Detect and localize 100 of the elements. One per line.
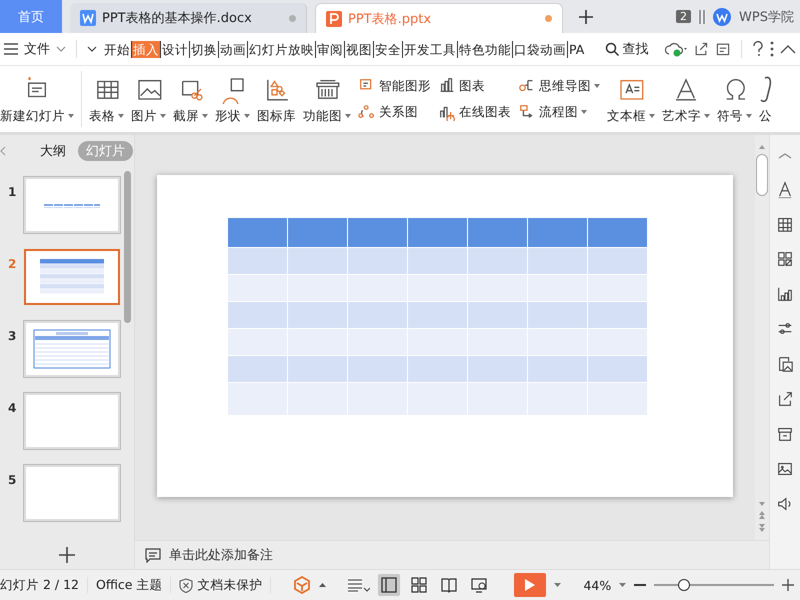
scrollbar-thumb[interactable] bbox=[756, 154, 768, 196]
account-name[interactable]: WPS学院 bbox=[739, 8, 794, 26]
formula-icon bbox=[760, 74, 772, 104]
relation-icon bbox=[358, 103, 376, 121]
ribbon-button[interactable]: 公 bbox=[759, 74, 772, 124]
ribbon-button[interactable]: 功能图 bbox=[303, 74, 351, 124]
share-icon[interactable] bbox=[693, 41, 709, 57]
slide-counter: 幻灯片 2 / 12 bbox=[0, 576, 79, 594]
window-list-icon[interactable] bbox=[699, 10, 706, 24]
caret-down-icon bbox=[746, 114, 752, 118]
image-icon[interactable] bbox=[776, 460, 794, 478]
slide-thumbnail[interactable] bbox=[24, 249, 120, 305]
ribbon-button[interactable]: 形状 bbox=[215, 74, 250, 124]
play-button[interactable] bbox=[514, 573, 546, 597]
theme-name[interactable]: Office 主题 bbox=[96, 576, 162, 594]
comment-box-icon[interactable] bbox=[715, 41, 731, 57]
caret-down-icon bbox=[594, 84, 600, 88]
slide-number: 1 bbox=[8, 184, 16, 199]
ribbon-button[interactable]: 图片 bbox=[131, 74, 166, 124]
file-menu[interactable]: 文件 bbox=[24, 40, 50, 58]
ribbon-tab[interactable]: 幻灯片放映 bbox=[247, 40, 315, 58]
caret-up-icon[interactable] bbox=[319, 583, 326, 587]
ribbon-button[interactable]: 新建幻灯片 bbox=[0, 74, 74, 124]
ribbon-button[interactable]: 表格 bbox=[89, 74, 124, 124]
slide-number: 4 bbox=[8, 400, 16, 415]
unsaved-dot bbox=[545, 15, 552, 22]
search-icon bbox=[605, 42, 620, 56]
scrollbar-thumb[interactable] bbox=[124, 171, 131, 323]
wps-logo-icon bbox=[713, 8, 732, 26]
ribbon-button[interactable]: 关系图 bbox=[358, 103, 431, 121]
chevron-down-icon[interactable] bbox=[87, 46, 97, 52]
ribbon-tab[interactable]: 动画 bbox=[218, 40, 247, 58]
caret-down-icon bbox=[160, 114, 166, 118]
ribbon-button[interactable]: 艺术字 bbox=[662, 74, 710, 124]
play-icon bbox=[524, 578, 536, 592]
ribbon-tab[interactable]: 视图 bbox=[344, 40, 373, 58]
shield-icon bbox=[179, 578, 194, 592]
cube-logo-icon[interactable] bbox=[293, 576, 312, 594]
ribbon-button[interactable]: 符号 bbox=[717, 74, 752, 124]
collapse-ribbon-icon[interactable] bbox=[780, 44, 796, 54]
view-tab[interactable]: 大纲 bbox=[32, 141, 74, 161]
ribbon-tab[interactable]: 特色功能 bbox=[457, 40, 512, 58]
zoom-level[interactable]: 44% bbox=[583, 578, 612, 592]
caret-down-icon bbox=[118, 114, 124, 118]
ribbon-button[interactable]: 图标库 bbox=[257, 74, 296, 124]
slide-number: 5 bbox=[8, 472, 16, 487]
ribbon-button[interactable]: 流程图 bbox=[518, 103, 600, 121]
ribbon-tab[interactable]: 审阅 bbox=[315, 40, 344, 58]
caret-down-icon bbox=[345, 114, 351, 118]
ribbon-button[interactable]: 图表 bbox=[438, 77, 511, 95]
cloud-sync-icon[interactable] bbox=[665, 41, 687, 57]
caret-down-icon bbox=[649, 114, 655, 118]
ribbon-tab[interactable]: PA bbox=[567, 40, 586, 58]
slide-number: 3 bbox=[8, 328, 16, 343]
ribbon-tab[interactable]: 设计 bbox=[160, 40, 189, 58]
presentation-file-icon bbox=[326, 10, 342, 26]
bar-chart-icon[interactable] bbox=[776, 285, 794, 303]
add-slide-icon[interactable] bbox=[59, 547, 75, 563]
caret-down-icon[interactable] bbox=[619, 583, 626, 587]
caret-down-icon bbox=[581, 110, 587, 114]
window-count-badge[interactable]: 2 bbox=[676, 10, 692, 23]
help-icon[interactable] bbox=[752, 41, 764, 57]
ribbon-button[interactable]: 文本框 bbox=[607, 74, 655, 124]
slider-thumb[interactable] bbox=[678, 579, 690, 591]
table-icon[interactable] bbox=[776, 215, 794, 233]
document-tab[interactable]: PPT表格的基本操作.docx bbox=[70, 3, 307, 33]
layout-icon[interactable] bbox=[776, 250, 794, 268]
ribbon-tab[interactable]: 口袋动画 bbox=[512, 40, 567, 58]
art-text-icon[interactable] bbox=[776, 180, 794, 198]
ribbon-tab[interactable]: 开发工具 bbox=[402, 40, 457, 58]
caret-down-icon bbox=[68, 114, 74, 118]
protection-status[interactable]: 文档未保护 bbox=[179, 576, 262, 594]
caret-down-icon bbox=[244, 114, 250, 118]
zoom-slider[interactable] bbox=[654, 579, 774, 591]
caret-down-icon[interactable] bbox=[554, 583, 562, 587]
menu-icon[interactable] bbox=[4, 43, 18, 55]
word-document-icon bbox=[80, 10, 96, 26]
ribbon-button[interactable]: 智能图形 bbox=[358, 77, 431, 95]
share-icon[interactable] bbox=[776, 390, 794, 408]
image-gallery-icon[interactable] bbox=[776, 355, 794, 373]
align-icon[interactable] bbox=[348, 578, 370, 592]
ribbon-button[interactable]: 截屏 bbox=[173, 74, 208, 124]
notes-field[interactable]: 单击此处添加备注 bbox=[135, 540, 769, 569]
ribbon-button[interactable]: 思维导图 bbox=[518, 77, 600, 95]
caret-down-icon bbox=[704, 114, 710, 118]
caret-down-icon bbox=[202, 114, 208, 118]
plus-icon bbox=[579, 10, 593, 24]
bar-chart-icon bbox=[438, 77, 456, 95]
ribbon-tab[interactable]: 开始 bbox=[103, 40, 131, 58]
comment-icon bbox=[145, 547, 161, 563]
unsaved-dot bbox=[289, 14, 296, 22]
more-icon[interactable] bbox=[770, 41, 774, 57]
search-button[interactable]: 查找 bbox=[605, 40, 648, 58]
slide-number: 2 bbox=[8, 256, 16, 271]
archive-icon[interactable] bbox=[776, 425, 794, 443]
zoom-in-icon[interactable] bbox=[782, 579, 794, 591]
ribbon-tab[interactable]: 安全 bbox=[373, 40, 402, 58]
ribbon-button[interactable]: 在线图表 bbox=[438, 103, 511, 121]
ribbon-tab[interactable]: 切换 bbox=[189, 40, 218, 58]
normal-view-button[interactable] bbox=[378, 574, 400, 596]
